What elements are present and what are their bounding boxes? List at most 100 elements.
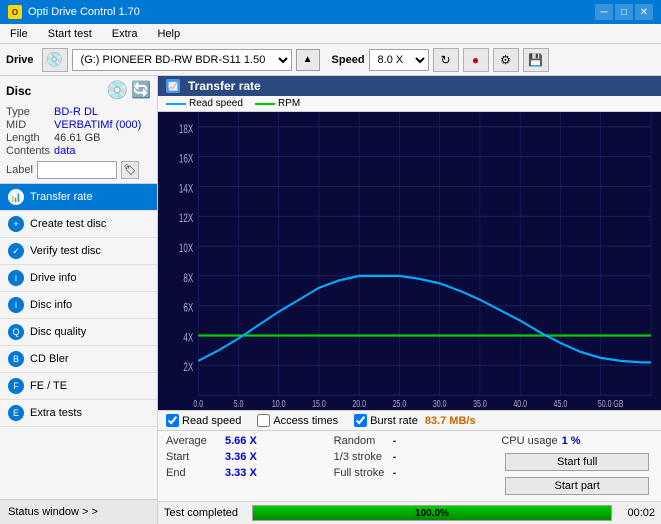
speed-dropdown[interactable]: 8.0 X xyxy=(369,49,429,71)
speed-label: Speed xyxy=(332,54,365,66)
svg-text:15.0: 15.0 xyxy=(312,398,326,410)
svg-text:4X: 4X xyxy=(183,332,193,345)
mid-label: MID xyxy=(6,119,50,131)
svg-text:10X: 10X xyxy=(179,243,193,256)
start-value: 3.36 X xyxy=(225,451,257,463)
chart-svg: 18X 16X 14X 12X 10X 8X 6X 4X 2X 0.0 5.0 … xyxy=(158,112,661,410)
svg-text:8X: 8X xyxy=(183,272,193,285)
menu-extra[interactable]: Extra xyxy=(106,26,144,42)
refresh-button[interactable]: ↻ xyxy=(433,48,459,72)
progress-time: 00:02 xyxy=(620,507,655,519)
burst-rate-value: 83.7 MB/s xyxy=(425,415,476,427)
label-icon-button[interactable]: 🏷 xyxy=(121,161,139,179)
chart-title: Transfer rate xyxy=(188,79,261,93)
length-value: 46.61 GB xyxy=(54,132,151,144)
nav-extra-tests-label: Extra tests xyxy=(30,407,82,419)
chart-legend: Read speed RPM xyxy=(158,96,661,112)
burst-rate-checkbox[interactable]: Burst rate 83.7 MB/s xyxy=(354,414,475,427)
stats-col-3: CPU usage 1 % Start full Start part xyxy=(493,431,661,501)
read-speed-check[interactable] xyxy=(166,414,179,427)
start-full-button[interactable]: Start full xyxy=(505,453,649,471)
disc-image-icon[interactable]: 💿 xyxy=(106,80,128,102)
read-speed-checkbox[interactable]: Read speed xyxy=(166,414,241,427)
type-label: Type xyxy=(6,106,50,118)
nav-fe-te-label: FE / TE xyxy=(30,380,67,392)
sidebar: Disc 💿 🔄 Type BD-R DL MID VERBATIMf (000… xyxy=(0,76,158,524)
svg-text:30.0: 30.0 xyxy=(433,398,447,410)
nav-fe-te[interactable]: F FE / TE xyxy=(0,373,157,400)
cd-bler-icon: B xyxy=(8,351,24,367)
stats-table: Average 5.66 X Start 3.36 X End 3.33 X R… xyxy=(158,430,661,501)
eject-button[interactable]: ▲ xyxy=(296,49,320,71)
menu-help[interactable]: Help xyxy=(151,26,186,42)
svg-text:16X: 16X xyxy=(179,153,193,166)
stat-random: Random - xyxy=(326,433,494,449)
burst-rate-checkbox-label: Burst rate xyxy=(370,415,418,427)
burst-rate-check[interactable] xyxy=(354,414,367,427)
svg-text:6X: 6X xyxy=(183,302,193,315)
status-window-button[interactable]: Status window > > xyxy=(0,499,157,524)
drive-dropdown[interactable]: (G:) PIONEER BD-RW BDR-S11 1.50 xyxy=(72,49,292,71)
stat-end: End 3.33 X xyxy=(158,465,326,481)
average-label: Average xyxy=(166,435,221,447)
chart-area: 18X 16X 14X 12X 10X 8X 6X 4X 2X 0.0 5.0 … xyxy=(158,112,661,410)
chart-header: 📈 Transfer rate xyxy=(158,76,661,96)
menu-bar: File Start test Extra Help xyxy=(0,24,661,44)
read-speed-legend: Read speed xyxy=(166,98,243,109)
random-label: Random xyxy=(334,435,389,447)
stroke13-value: - xyxy=(393,451,397,463)
stats-col-1: Average 5.66 X Start 3.36 X End 3.33 X xyxy=(158,431,326,501)
disc-info-icon: i xyxy=(8,297,24,313)
start-label: Start xyxy=(166,451,221,463)
nav-verify-test-disc[interactable]: ✓ Verify test disc xyxy=(0,238,157,265)
stat-1-3-stroke: 1/3 stroke - xyxy=(326,449,494,465)
disc-refresh-icon[interactable]: 🔄 xyxy=(131,80,151,102)
disc-icon-button[interactable]: ● xyxy=(463,48,489,72)
nav-cd-bler-label: CD Bler xyxy=(30,353,69,365)
full-stroke-label: Full stroke xyxy=(334,467,389,479)
disc-label-input[interactable] xyxy=(37,161,117,179)
save-button[interactable]: 💾 xyxy=(523,48,549,72)
nav-create-test-disc-label: Create test disc xyxy=(30,218,106,230)
nav-disc-info[interactable]: i Disc info xyxy=(0,292,157,319)
close-button[interactable]: ✕ xyxy=(635,4,653,20)
access-times-checkbox[interactable]: Access times xyxy=(257,414,338,427)
end-value: 3.33 X xyxy=(225,467,257,479)
rpm-legend: RPM xyxy=(255,98,300,109)
menu-start-test[interactable]: Start test xyxy=(42,26,98,42)
progress-bar-bg: 100.0% xyxy=(252,505,612,521)
settings-button[interactable]: ⚙ xyxy=(493,48,519,72)
transfer-rate-icon: 📊 xyxy=(8,189,24,205)
svg-text:20.0: 20.0 xyxy=(352,398,366,410)
start-part-button[interactable]: Start part xyxy=(505,477,649,495)
rpm-color xyxy=(255,103,275,105)
nav-disc-quality[interactable]: Q Disc quality xyxy=(0,319,157,346)
average-value: 5.66 X xyxy=(225,435,257,447)
svg-text:50.0 GB: 50.0 GB xyxy=(598,398,624,410)
nav-create-test-disc[interactable]: + Create test disc xyxy=(0,211,157,238)
access-times-check[interactable] xyxy=(257,414,270,427)
drive-info-icon: i xyxy=(8,270,24,286)
svg-text:10.0: 10.0 xyxy=(272,398,286,410)
main-layout: Disc 💿 🔄 Type BD-R DL MID VERBATIMf (000… xyxy=(0,76,661,524)
extra-tests-icon: E xyxy=(8,405,24,421)
nav-verify-test-disc-label: Verify test disc xyxy=(30,245,101,257)
fe-te-icon: F xyxy=(8,378,24,394)
cpu-value: 1 % xyxy=(562,435,581,447)
menu-file[interactable]: File xyxy=(4,26,34,42)
nav-transfer-rate-label: Transfer rate xyxy=(30,191,93,203)
status-window-label: Status window > > xyxy=(8,506,98,518)
cpu-label: CPU usage xyxy=(501,435,557,447)
svg-text:35.0: 35.0 xyxy=(473,398,487,410)
drive-label: Drive xyxy=(6,54,34,66)
nav-transfer-rate[interactable]: 📊 Transfer rate xyxy=(0,184,157,211)
svg-text:45.0: 45.0 xyxy=(554,398,568,410)
svg-text:18X: 18X xyxy=(179,123,193,136)
nav-cd-bler[interactable]: B CD Bler xyxy=(0,346,157,373)
progress-percent-text: 100.0% xyxy=(253,506,611,520)
minimize-button[interactable]: ─ xyxy=(595,4,613,20)
maximize-button[interactable]: □ xyxy=(615,4,633,20)
contents-label: Contents xyxy=(6,145,50,157)
nav-extra-tests[interactable]: E Extra tests xyxy=(0,400,157,427)
nav-drive-info[interactable]: i Drive info xyxy=(0,265,157,292)
